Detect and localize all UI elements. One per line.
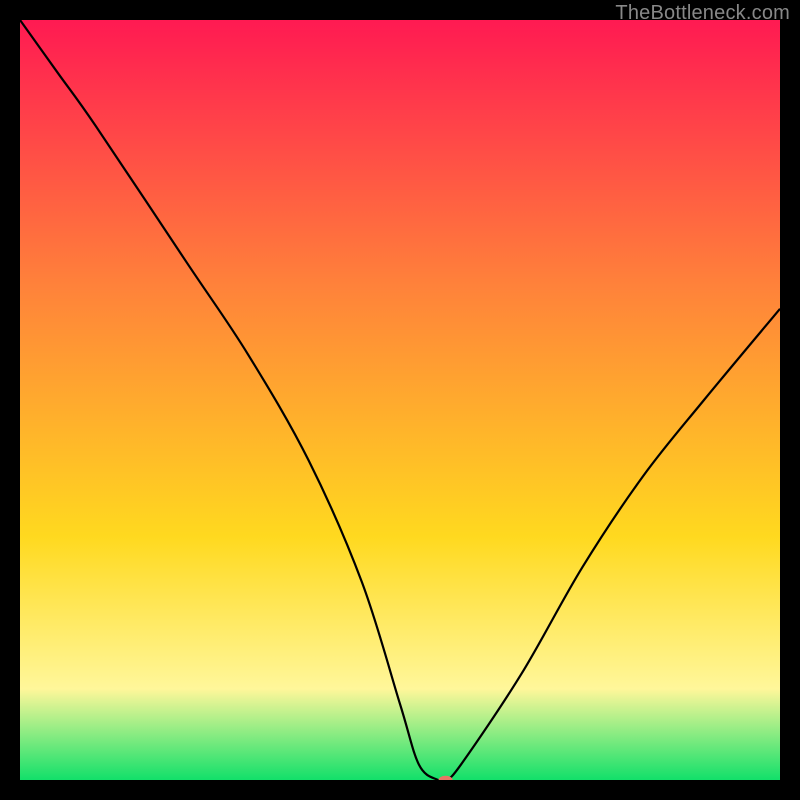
- chart-svg: [20, 20, 780, 780]
- chart-frame: TheBottleneck.com: [0, 0, 800, 800]
- gradient-background: [20, 20, 780, 780]
- bottleneck-chart: [20, 20, 780, 780]
